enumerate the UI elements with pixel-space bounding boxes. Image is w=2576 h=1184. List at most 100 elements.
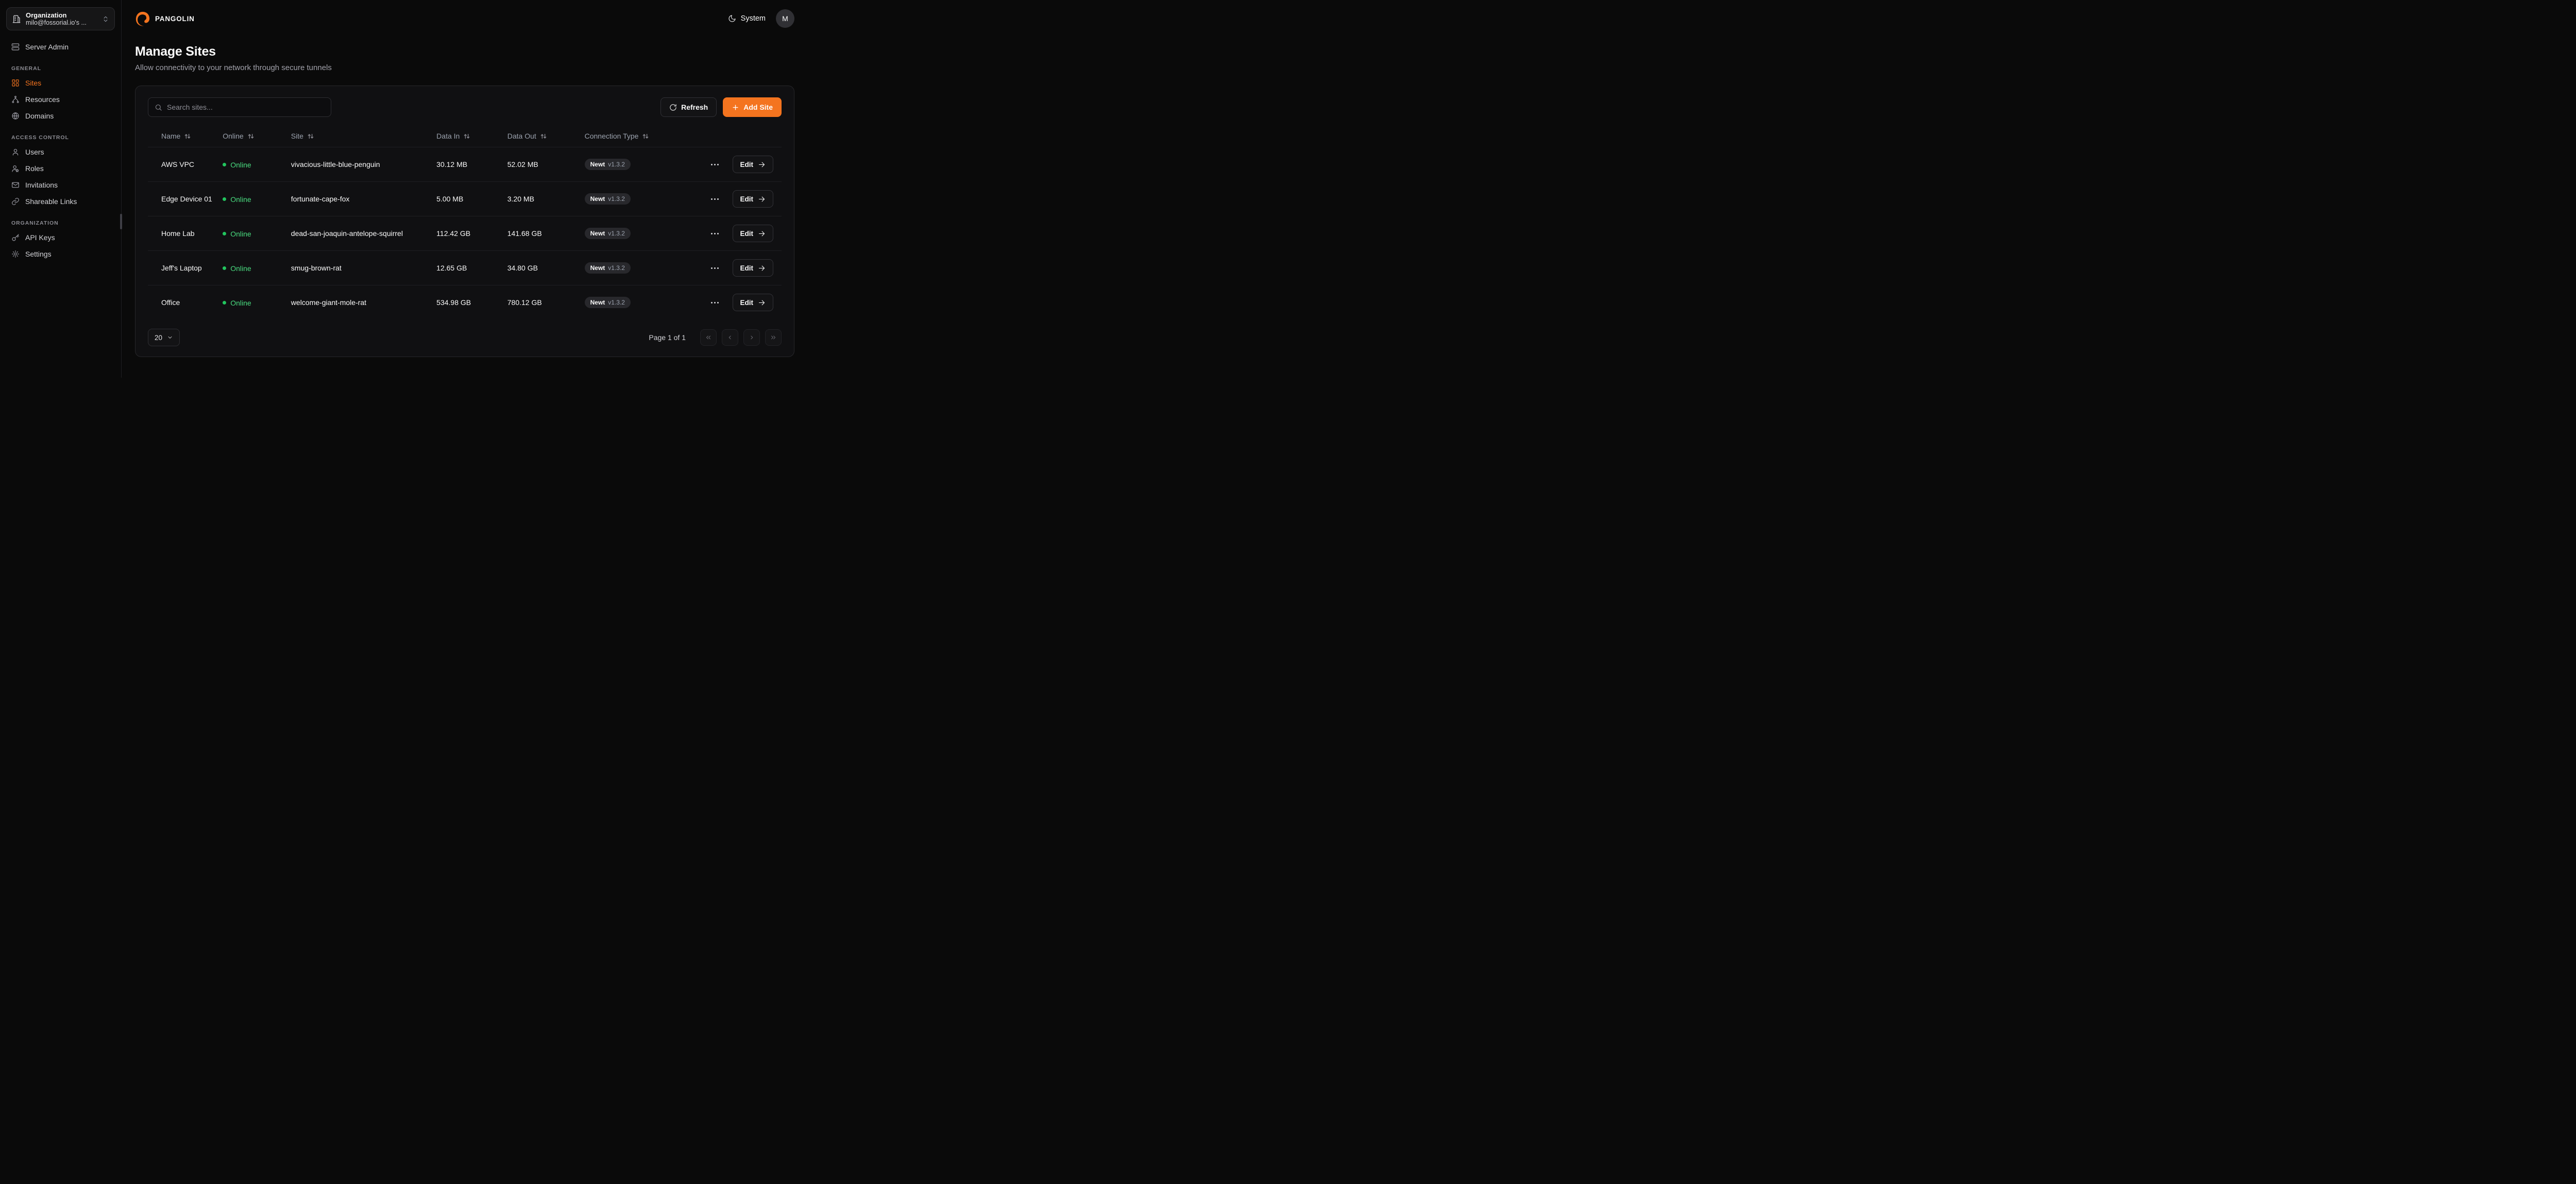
cell-actions: Edit (704, 251, 782, 285)
resources-waypoints-icon (11, 95, 20, 104)
sort-icon (184, 133, 191, 140)
next-page-button[interactable] (743, 329, 760, 346)
row-menu-button[interactable] (708, 196, 721, 202)
edit-button[interactable]: Edit (733, 225, 774, 242)
link-icon (11, 197, 20, 206)
online-status-dot (223, 301, 226, 305)
page-content: Manage Sites Allow connectivity to your … (122, 37, 808, 357)
organization-selector-texts: Organization milo@fossorial.io's ... (26, 11, 97, 26)
pangolin-logo-icon (135, 11, 150, 26)
brand-name: PANGOLIN (155, 15, 195, 23)
cell-name: Edge Device 01 (148, 182, 218, 216)
connection-type-name: Newt (590, 195, 605, 202)
column-header-data-in[interactable]: Data In (436, 132, 470, 140)
organization-selector[interactable]: Organization milo@fossorial.io's ... (6, 7, 115, 30)
chevron-down-icon (167, 334, 173, 341)
edit-button[interactable]: Edit (733, 259, 774, 277)
cell-site: smug-brown-rat (287, 251, 432, 285)
sidebar-item-settings[interactable]: Settings (6, 246, 115, 262)
cell-site: fortunate-cape-fox (287, 182, 432, 216)
refresh-button[interactable]: Refresh (660, 97, 717, 117)
sidebar-item-roles[interactable]: Roles (6, 160, 115, 177)
edit-button-label: Edit (740, 299, 754, 307)
cell-connection-type: Newt v1.3.2 (581, 216, 704, 251)
sidebar-item-invitations[interactable]: Invitations (6, 177, 115, 193)
sidebar-item-label: API Keys (25, 233, 55, 242)
row-menu-button[interactable] (708, 265, 721, 272)
connection-type-badge: Newt v1.3.2 (585, 297, 631, 308)
column-header-online[interactable]: Online (223, 132, 254, 140)
ellipsis-icon (710, 232, 719, 235)
arrow-right-icon (758, 161, 766, 168)
page-size-value: 20 (155, 334, 162, 342)
page-subtitle: Allow connectivity to your network throu… (135, 63, 794, 72)
search-box (148, 97, 331, 117)
cell-data-out: 780.12 GB (503, 285, 581, 320)
sidebar-item-domains[interactable]: Domains (6, 108, 115, 124)
previous-page-button[interactable] (722, 329, 738, 346)
column-header-site[interactable]: Site (291, 132, 314, 140)
edit-button[interactable]: Edit (733, 156, 774, 173)
cell-data-out: 52.02 MB (503, 147, 581, 182)
column-header-connection-type[interactable]: Connection Type (585, 132, 650, 140)
cell-actions: Edit (704, 147, 782, 182)
chevron-right-icon (748, 334, 755, 341)
row-menu-button[interactable] (708, 230, 721, 237)
sidebar-item-sites[interactable]: Sites (6, 75, 115, 91)
sidebar-item-server-admin[interactable]: Server Admin (6, 39, 115, 55)
sidebar-resize-handle[interactable] (120, 214, 122, 229)
cell-online: Online (218, 182, 287, 216)
connection-type-name: Newt (590, 299, 605, 306)
page-size-select[interactable]: 20 (148, 329, 180, 346)
cell-name: Office (148, 285, 218, 320)
search-input[interactable] (167, 103, 325, 111)
cell-online: Online (218, 251, 287, 285)
sidebar-item-label: Sites (25, 79, 41, 87)
online-status-dot (223, 232, 226, 235)
sidebar-item-shareable-links[interactable]: Shareable Links (6, 193, 115, 210)
column-header-name[interactable]: Name (161, 132, 191, 140)
double-chevron-right-icon (770, 334, 777, 341)
online-status-dot (223, 266, 226, 270)
cell-data-in: 30.12 MB (432, 147, 503, 182)
cell-data-in: 12.65 GB (432, 251, 503, 285)
add-site-button[interactable]: Add Site (723, 97, 782, 117)
ellipsis-icon (710, 301, 719, 304)
server-icon (11, 43, 20, 51)
edit-button[interactable]: Edit (733, 294, 774, 311)
row-menu-button[interactable] (708, 299, 721, 306)
sort-icon (247, 133, 255, 140)
online-status-label: Online (230, 299, 251, 307)
connection-type-badge: Newt v1.3.2 (585, 262, 631, 274)
connection-type-name: Newt (590, 264, 605, 272)
add-site-label: Add Site (743, 103, 773, 111)
cell-site: vivacious-little-blue-penguin (287, 147, 432, 182)
cell-actions: Edit (704, 285, 782, 320)
cell-connection-type: Newt v1.3.2 (581, 147, 704, 182)
sidebar-item-api-keys[interactable]: API Keys (6, 229, 115, 246)
page-title: Manage Sites (135, 44, 794, 59)
sidebar-item-resources[interactable]: Resources (6, 91, 115, 108)
connection-type-badge: Newt v1.3.2 (585, 193, 631, 205)
double-chevron-left-icon (705, 334, 712, 341)
theme-toggle[interactable]: System (728, 14, 766, 23)
table-row: AWS VPC Online vivacious-little-blue-pen… (148, 147, 782, 182)
online-status-label: Online (230, 161, 251, 169)
topbar-right: System M (728, 9, 794, 28)
column-header-data-out[interactable]: Data Out (507, 132, 547, 140)
row-menu-button[interactable] (708, 161, 721, 168)
refresh-label: Refresh (681, 103, 708, 111)
section-heading-general: GENERAL (11, 65, 110, 72)
brand: PANGOLIN (135, 11, 195, 26)
theme-label: System (741, 14, 766, 23)
cell-name: AWS VPC (148, 147, 218, 182)
pager: Page 1 of 1 (649, 329, 782, 346)
edit-button-label: Edit (740, 230, 754, 238)
first-page-button[interactable] (700, 329, 717, 346)
online-status-dot (223, 163, 226, 166)
avatar[interactable]: M (776, 9, 794, 28)
sidebar-item-users[interactable]: Users (6, 144, 115, 160)
last-page-button[interactable] (765, 329, 782, 346)
globe-icon (11, 112, 20, 120)
edit-button[interactable]: Edit (733, 190, 774, 208)
